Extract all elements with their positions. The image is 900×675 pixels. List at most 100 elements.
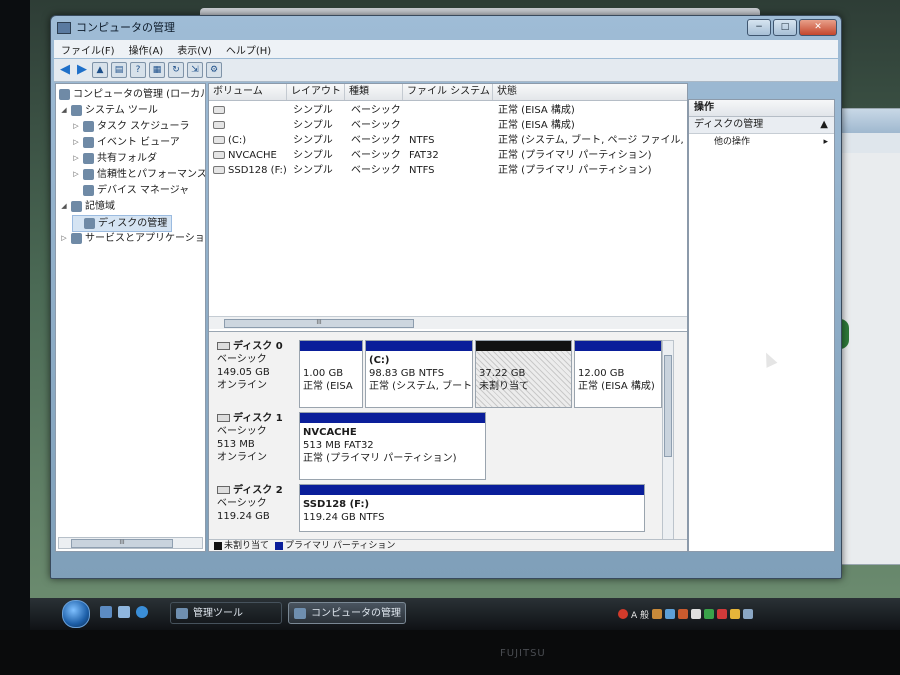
volume-cell-layout: シンプル <box>293 150 333 161</box>
actions-section-disk-management[interactable]: ディスクの管理 ▲ <box>689 117 834 134</box>
tray-volume-icon[interactable] <box>691 609 702 619</box>
tree-item[interactable]: ▷ 共有フォルダ <box>72 151 157 166</box>
menu-help[interactable]: ヘルプ(H) <box>226 42 271 57</box>
tree-root[interactable]: コンピュータの管理 (ローカル) <box>59 87 205 102</box>
volume-row[interactable]: シンプル ベーシック 正常 (EISA 構成) <box>209 104 687 118</box>
tree-item[interactable]: ▷ イベント ビューア <box>72 135 180 150</box>
volume-row[interactable]: (C:) シンプル ベーシック NTFS 正常 (システム, ブート, ページ ファイル… <box>209 134 687 148</box>
partition-color-bar <box>300 485 644 495</box>
partition-line2 <box>303 524 641 537</box>
close-button[interactable]: ✕ <box>799 19 837 36</box>
disk-label[interactable]: ディスク 0 ベーシック 149.05 GB オンライン <box>217 340 297 392</box>
tree-node-icon <box>71 233 82 244</box>
expand-icon[interactable]: ▷ <box>72 135 80 150</box>
tray-network-icon[interactable] <box>665 609 676 619</box>
refresh-icon[interactable]: ↻ <box>168 62 184 78</box>
column-layout[interactable]: レイアウト <box>287 84 345 100</box>
tray-app-icon[interactable] <box>717 609 728 619</box>
partition-block[interactable]: 12.00 GB 正常 (EISA 構成) <box>574 340 662 408</box>
partition-block[interactable]: NVCACHE 513 MB FAT32 正常 (プライマリ パーティション) <box>299 412 486 480</box>
tree-item-label: システム ツール <box>85 105 158 116</box>
volume-list-scroll-thumb[interactable]: III <box>224 319 414 328</box>
collapse-icon[interactable]: ▲ <box>820 117 828 133</box>
properties-icon[interactable]: ▦ <box>149 62 165 78</box>
window-titlebar[interactable]: コンピュータの管理 <box>57 19 175 37</box>
taskbar: 管理ツール コンピュータの管理 A 般 <box>30 598 900 630</box>
volume-cell-status: 正常 (プライマリ パーティション) <box>498 150 652 161</box>
expand-icon[interactable]: ▷ <box>72 167 80 182</box>
disk-size: 119.24 GB <box>217 511 270 522</box>
partition-color-bar <box>476 341 571 351</box>
tree-item[interactable]: ▷ 信頼性とパフォーマンス <box>72 167 205 182</box>
tree-item[interactable]: ▷ タスク スケジューラ <box>72 119 189 134</box>
tray-app-icon[interactable] <box>730 609 741 619</box>
submenu-arrow-icon: ▸ <box>823 137 828 147</box>
back-arrow-icon[interactable]: ◀ <box>58 63 72 77</box>
tree-item[interactable]: ◢ システム ツール <box>60 103 158 118</box>
partition-block[interactable]: 1.00 GB 正常 (EISA <box>299 340 363 408</box>
up-folder-icon[interactable]: ▲ <box>92 62 108 78</box>
volume-cell-vol <box>213 104 228 118</box>
volume-row[interactable]: シンプル ベーシック 正常 (EISA 構成) <box>209 119 687 133</box>
tree-item[interactable]: ▷ サービスとアプリケーション <box>60 231 205 246</box>
expand-icon[interactable]: ▷ <box>72 119 80 134</box>
column-volume[interactable]: ボリューム <box>209 84 287 100</box>
column-file-system[interactable]: ファイル システム <box>403 84 493 100</box>
tree-node-icon <box>84 218 95 229</box>
partition-info: 1.00 GB 正常 (EISA <box>300 351 362 396</box>
volume-cell-type: ベーシック <box>351 135 401 146</box>
tray-app-icon[interactable] <box>678 609 689 619</box>
switch-windows-icon[interactable] <box>118 606 130 618</box>
partition-title <box>578 354 658 367</box>
tree-item-label: タスク スケジューラ <box>97 121 190 132</box>
tree-scroll-thumb[interactable]: III <box>71 539 173 548</box>
tray-app-icon[interactable] <box>618 609 628 619</box>
export-icon[interactable]: ⇲ <box>187 62 203 78</box>
expand-icon[interactable]: ◢ <box>60 199 68 214</box>
volume-row[interactable]: SSD128 (F:) シンプル ベーシック NTFS 正常 (プライマリ パーティショ… <box>209 164 687 178</box>
tray-security-icon[interactable] <box>704 609 715 619</box>
partition-info: (C:) 98.83 GB NTFS 正常 (システム, ブート <box>366 351 472 396</box>
expand-icon[interactable]: ▷ <box>60 231 68 246</box>
expand-icon[interactable]: ▷ <box>72 151 80 166</box>
volume-row[interactable]: NVCACHE シンプル ベーシック FAT32 正常 (プライマリ パーティション) <box>209 149 687 163</box>
taskbar-button-computer-management[interactable]: コンピュータの管理 <box>288 602 406 624</box>
forward-arrow-icon[interactable]: ▶ <box>75 63 89 77</box>
help-icon[interactable]: ? <box>130 62 146 78</box>
tree-item[interactable]: デバイス マネージャ <box>72 183 189 198</box>
tray-ime-icon[interactable] <box>652 609 663 619</box>
tree-item[interactable]: ディスクの管理 <box>72 215 173 232</box>
partition-block[interactable]: (C:) 98.83 GB NTFS 正常 (システム, ブート <box>365 340 473 408</box>
taskbar-button-admin-tools[interactable]: 管理ツール <box>170 602 282 624</box>
start-button[interactable] <box>62 600 90 628</box>
menu-view[interactable]: 表示(V) <box>177 42 212 57</box>
column-status[interactable]: 状態 <box>493 84 687 100</box>
unallocated-space[interactable]: 37.22 GB 未割り当て <box>475 340 572 408</box>
expand-icon[interactable]: ◢ <box>60 103 68 118</box>
volume-list-scrollbar[interactable]: III <box>209 316 687 329</box>
partition-line2: 未割り当て <box>479 381 529 392</box>
internet-explorer-icon[interactable] <box>136 606 148 618</box>
menu-file[interactable]: ファイル(F) <box>61 42 115 57</box>
tree-item[interactable]: ◢ 記憶域 <box>60 199 115 214</box>
menu-action[interactable]: 操作(A) <box>129 42 164 57</box>
disk-view-scrollbar[interactable] <box>662 340 674 542</box>
console-tree-icon[interactable]: ▤ <box>111 62 127 78</box>
disk-view-scroll-thumb[interactable] <box>664 355 672 457</box>
tree-horizontal-scrollbar[interactable]: III <box>58 537 203 549</box>
volume-cell-status: 正常 (プライマリ パーティション) <box>498 165 652 176</box>
disk-label[interactable]: ディスク 2 ベーシック 119.24 GB <box>217 484 297 523</box>
show-desktop-icon[interactable] <box>100 606 112 618</box>
tree-node-icon <box>83 169 94 180</box>
maximize-button[interactable]: □ <box>773 19 797 36</box>
minimize-button[interactable]: − <box>747 19 771 36</box>
partition-block[interactable]: SSD128 (F:) 119.24 GB NTFS <box>299 484 645 532</box>
disk-label[interactable]: ディスク 1 ベーシック 513 MB オンライン <box>217 412 297 464</box>
computer-management-icon <box>294 608 306 619</box>
ime-indicator[interactable]: A 般 <box>631 608 649 621</box>
tray-app-icon[interactable] <box>743 609 754 619</box>
computer-icon <box>59 89 70 100</box>
actions-item-more[interactable]: 他の操作 ▸ <box>689 134 834 150</box>
settings-icon[interactable]: ⚙ <box>206 62 222 78</box>
column-type[interactable]: 種類 <box>345 84 403 100</box>
